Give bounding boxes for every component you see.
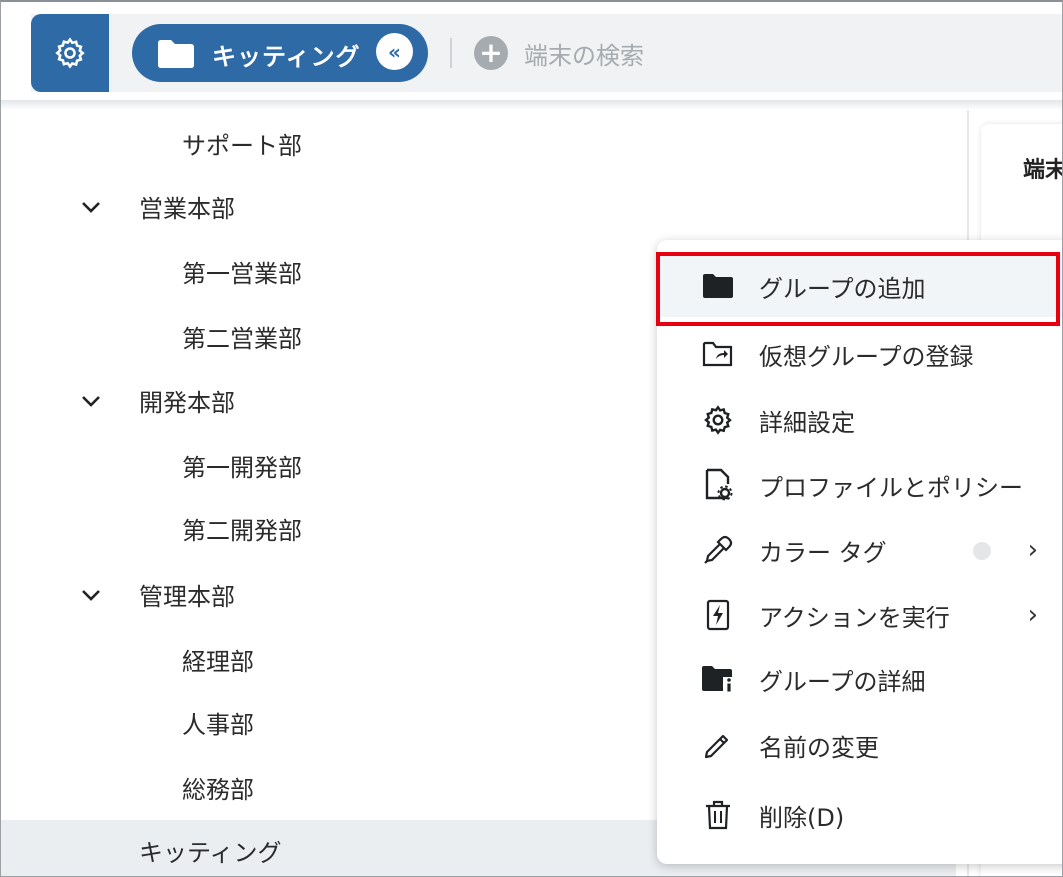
device-search[interactable]: + 端末の検索 xyxy=(474,34,644,72)
gear-icon xyxy=(701,403,735,437)
toolbar-shadow xyxy=(1,100,1062,110)
menu-register-virtual-group[interactable]: 仮想グループの登録 xyxy=(657,323,1062,385)
tree-item-accounting[interactable]: 経理部 xyxy=(182,639,254,679)
tree-item-admin-hq[interactable]: 管理本部 xyxy=(139,574,235,614)
gear-icon xyxy=(55,37,85,69)
plus-icon: + xyxy=(474,36,508,70)
tree-item-label: 人事部 xyxy=(182,710,254,739)
document-gear-icon xyxy=(701,468,735,502)
folder-icon xyxy=(158,40,194,68)
tree-item-label: 経理部 xyxy=(182,647,254,676)
chevron-right-icon: › xyxy=(1027,600,1038,630)
tree-item-support[interactable]: サポート部 xyxy=(182,123,302,163)
chevron-down-icon[interactable] xyxy=(79,583,103,607)
menu-color-tag[interactable]: カラー タグ › xyxy=(657,519,1062,581)
menu-profiles-policies[interactable]: プロファイルとポリシー xyxy=(657,454,1062,516)
highlight-annotation-box xyxy=(656,252,1060,326)
device-panel-title: 端末 xyxy=(1023,158,1063,183)
tree-item-label: 第二営業部 xyxy=(182,324,302,353)
eyedropper-icon xyxy=(701,533,735,567)
tree-item-label: 開発本部 xyxy=(139,388,235,417)
current-group-label: キッティング xyxy=(212,43,361,71)
menu-item-label: カラー タグ xyxy=(759,538,887,567)
double-chevron-left-icon: « xyxy=(388,39,401,64)
folder-share-icon xyxy=(701,337,735,371)
tree-item-label: 第一営業部 xyxy=(182,259,302,288)
app-window: キッティング « + 端末の検索 サポート部 営業本部 第一営業部 第二営業部 … xyxy=(0,0,1063,877)
chevron-right-icon: › xyxy=(1027,535,1038,565)
tree-item-dev-1[interactable]: 第一開発部 xyxy=(182,445,302,485)
search-label: 端末の検索 xyxy=(524,41,644,70)
tree-item-label: 第二開発部 xyxy=(182,516,302,545)
chevron-down-icon[interactable] xyxy=(79,195,103,219)
tree-item-dev-hq[interactable]: 開発本部 xyxy=(139,380,235,420)
menu-item-label: 名前の変更 xyxy=(759,733,879,762)
tree-item-label: 営業本部 xyxy=(139,194,235,223)
tree-item-sales-1[interactable]: 第一営業部 xyxy=(182,251,302,291)
settings-button[interactable] xyxy=(31,14,109,92)
menu-item-label: 詳細設定 xyxy=(759,408,855,437)
folder-info-icon xyxy=(701,662,735,696)
tree-item-dev-2[interactable]: 第二開発部 xyxy=(182,508,302,548)
trash-icon xyxy=(701,798,735,832)
menu-item-label: グループの詳細 xyxy=(759,667,926,696)
lightning-icon xyxy=(701,598,735,632)
tree-item-kitting[interactable]: キッティング xyxy=(139,830,282,870)
tree-item-label: 第一開発部 xyxy=(182,453,302,482)
menu-group-details[interactable]: グループの詳細 xyxy=(657,648,1062,710)
tree-item-label: サポート部 xyxy=(182,131,302,160)
tree-item-label: 管理本部 xyxy=(139,582,235,611)
tree-item-sales-hq[interactable]: 営業本部 xyxy=(139,186,235,226)
menu-delete[interactable]: 削除(D) xyxy=(657,784,1062,846)
menu-item-label: アクションを実行 xyxy=(759,603,950,632)
tree-item-sales-2[interactable]: 第二営業部 xyxy=(182,316,302,356)
menu-item-label: 仮想グループの登録 xyxy=(759,342,974,371)
menu-advanced-settings[interactable]: 詳細設定 xyxy=(657,389,1062,451)
menu-run-action[interactable]: アクションを実行 › xyxy=(657,584,1062,646)
pencil-icon xyxy=(701,728,735,762)
chevron-down-icon[interactable] xyxy=(79,389,103,413)
toolbar-divider xyxy=(450,38,452,68)
tree-item-general-affairs[interactable]: 総務部 xyxy=(182,767,254,807)
collapse-sidebar-button[interactable]: « xyxy=(376,33,413,70)
tree-item-label: 総務部 xyxy=(182,775,254,804)
color-tag-swatch xyxy=(973,542,991,560)
menu-rename[interactable]: 名前の変更 xyxy=(657,714,1062,776)
menu-item-label: プロファイルとポリシー xyxy=(759,473,1023,502)
menu-item-label: 削除(D) xyxy=(759,803,845,832)
tree-item-hr[interactable]: 人事部 xyxy=(182,702,254,742)
tree-item-label: キッティング xyxy=(139,838,282,867)
